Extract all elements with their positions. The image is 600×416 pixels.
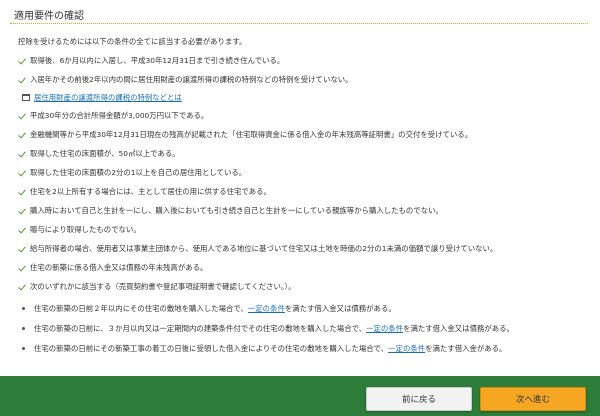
requirement-text: 取得後、6か月以内に入居し、平成30年12月31日まで引き続き住んでいる。 bbox=[30, 56, 285, 65]
requirement-text: 給与所得者の場合、使用者又は事業主団体から、使用人である地位に基づいて住宅又は土… bbox=[30, 244, 498, 253]
requirement-item: 金融機関等から平成30年12月31日現在の残高が記載された「住宅取得資金に係る借… bbox=[18, 129, 472, 140]
requirement-item: 入居年かその前後2年以内の間に居住用財産の譲渡所得の課税の特例などの特例を受けて… bbox=[18, 74, 353, 85]
requirement-text: 購入時において自己と生計を一にし、購入後においても引き続き自己と生計を一にしてい… bbox=[30, 206, 443, 215]
check-icon bbox=[18, 56, 27, 65]
back-button[interactable]: 前に戻る bbox=[366, 387, 472, 411]
requirement-text: 平成30年分の合計所得金額が3,000万円以下である。 bbox=[30, 111, 209, 120]
check-icon bbox=[18, 225, 27, 234]
window-icon bbox=[22, 94, 30, 101]
requirement-item: 住宅を2以上所有する場合には、主として居住の用に供する住宅である。 bbox=[18, 186, 271, 197]
requirement-text: 贈与により取得したものでない。 bbox=[30, 225, 141, 234]
check-icon bbox=[18, 130, 27, 139]
requirement-item: 贈与により取得したものでない。 bbox=[18, 224, 141, 235]
requirement-text: 取得した住宅の床面積が、50㎡以上である。 bbox=[30, 149, 180, 158]
condition-text: 住宅の新築の日前に、３か月以内又は一定期間内の建築条件付でその住宅の敷地を購入し… bbox=[34, 324, 367, 333]
bullet-icon bbox=[22, 307, 25, 310]
condition-link[interactable]: 一定の条件 bbox=[366, 323, 403, 334]
condition-link[interactable]: 一定の条件 bbox=[248, 303, 285, 314]
title-divider bbox=[10, 23, 588, 24]
requirement-item: 住宅の新築に係る借入金又は債務の年末残高がある。 bbox=[18, 262, 207, 273]
intro-text: 控除を受けるためには以下の条件の全てに該当する必要があります。 bbox=[18, 37, 247, 46]
check-icon bbox=[18, 75, 27, 84]
check-icon bbox=[18, 263, 27, 272]
check-icon bbox=[18, 206, 27, 215]
condition-item: 住宅の新築の日前に、３か月以内又は一定期間内の建築条件付でその住宅の敷地を購入し… bbox=[22, 323, 514, 334]
help-link-row: 居住用財産の譲渡所得の課税の特例などとは bbox=[22, 92, 182, 103]
help-link[interactable]: 居住用財産の譲渡所得の課税の特例などとは bbox=[34, 92, 182, 103]
condition-text: を満たす借入金又は債務がある。 bbox=[284, 304, 396, 313]
requirement-text: 金融機関等から平成30年12月31日現在の残高が記載された「住宅取得資金に係る借… bbox=[30, 130, 473, 139]
condition-item: 住宅の新築の日前２年以内にその住宅の敷地を購入した場合で、 一定の条件 を満たす… bbox=[22, 303, 396, 314]
requirement-text: 次のいずれかに該当する（売買契約書や登記事項証明書で確認してください。）。 bbox=[30, 282, 296, 291]
requirement-item: 次のいずれかに該当する（売買契約書や登記事項証明書で確認してください。）。 bbox=[18, 281, 296, 292]
requirement-text: 入居年かその前後2年以内の間に居住用財産の譲渡所得の課税の特例などの特例を受けて… bbox=[30, 75, 353, 84]
requirement-item: 給与所得者の場合、使用者又は事業主団体から、使用人である地位に基づいて住宅又は土… bbox=[18, 243, 497, 254]
condition-link[interactable]: 一定の条件 bbox=[388, 343, 425, 354]
check-icon bbox=[18, 149, 27, 158]
requirement-text: 住宅を2以上所有する場合には、主として居住の用に供する住宅である。 bbox=[30, 187, 271, 196]
condition-text: 住宅の新築の日前２年以内にその住宅の敷地を購入した場合で、 bbox=[34, 304, 248, 313]
section-title: 適用要件の確認 bbox=[14, 11, 84, 22]
requirement-item: 取得した住宅の床面積の2分の1以上を自己の居住用としている。 bbox=[18, 167, 246, 178]
check-icon bbox=[18, 282, 27, 291]
check-icon bbox=[18, 111, 27, 120]
condition-text: を満たす借入金がある。 bbox=[425, 344, 507, 353]
bullet-icon bbox=[22, 327, 25, 330]
check-icon bbox=[18, 187, 27, 196]
requirement-text: 取得した住宅の床面積の2分の1以上を自己の居住用としている。 bbox=[30, 168, 247, 177]
condition-item: 住宅の新築の日前にその新築工事の着工の日後に受領した借入金によりその住宅の敷地を… bbox=[22, 343, 506, 354]
next-button[interactable]: 次へ進む bbox=[480, 387, 586, 411]
requirement-item: 取得後、6か月以内に入居し、平成30年12月31日まで引き続き住んでいる。 bbox=[18, 55, 284, 66]
condition-text: を満たす借入金又は債務がある。 bbox=[403, 324, 514, 333]
bullet-icon bbox=[22, 347, 25, 350]
requirement-item: 購入時において自己と生計を一にし、購入後においても引き続き自己と生計を一にしてい… bbox=[18, 205, 443, 216]
footer-bar: 前に戻る 次へ進む bbox=[0, 376, 600, 416]
check-icon bbox=[18, 244, 27, 253]
requirement-text: 住宅の新築に係る借入金又は債務の年末残高がある。 bbox=[30, 263, 208, 272]
requirements-panel: 適用要件の確認 控除を受けるためには以下の条件の全てに該当する必要があります。 … bbox=[0, 0, 600, 376]
condition-text: 住宅の新築の日前にその新築工事の着工の日後に受領した借入金によりその住宅の敷地を… bbox=[34, 344, 389, 353]
requirement-item: 取得した住宅の床面積が、50㎡以上である。 bbox=[18, 148, 180, 159]
requirement-item: 平成30年分の合計所得金額が3,000万円以下である。 bbox=[18, 110, 208, 121]
check-icon bbox=[18, 168, 27, 177]
